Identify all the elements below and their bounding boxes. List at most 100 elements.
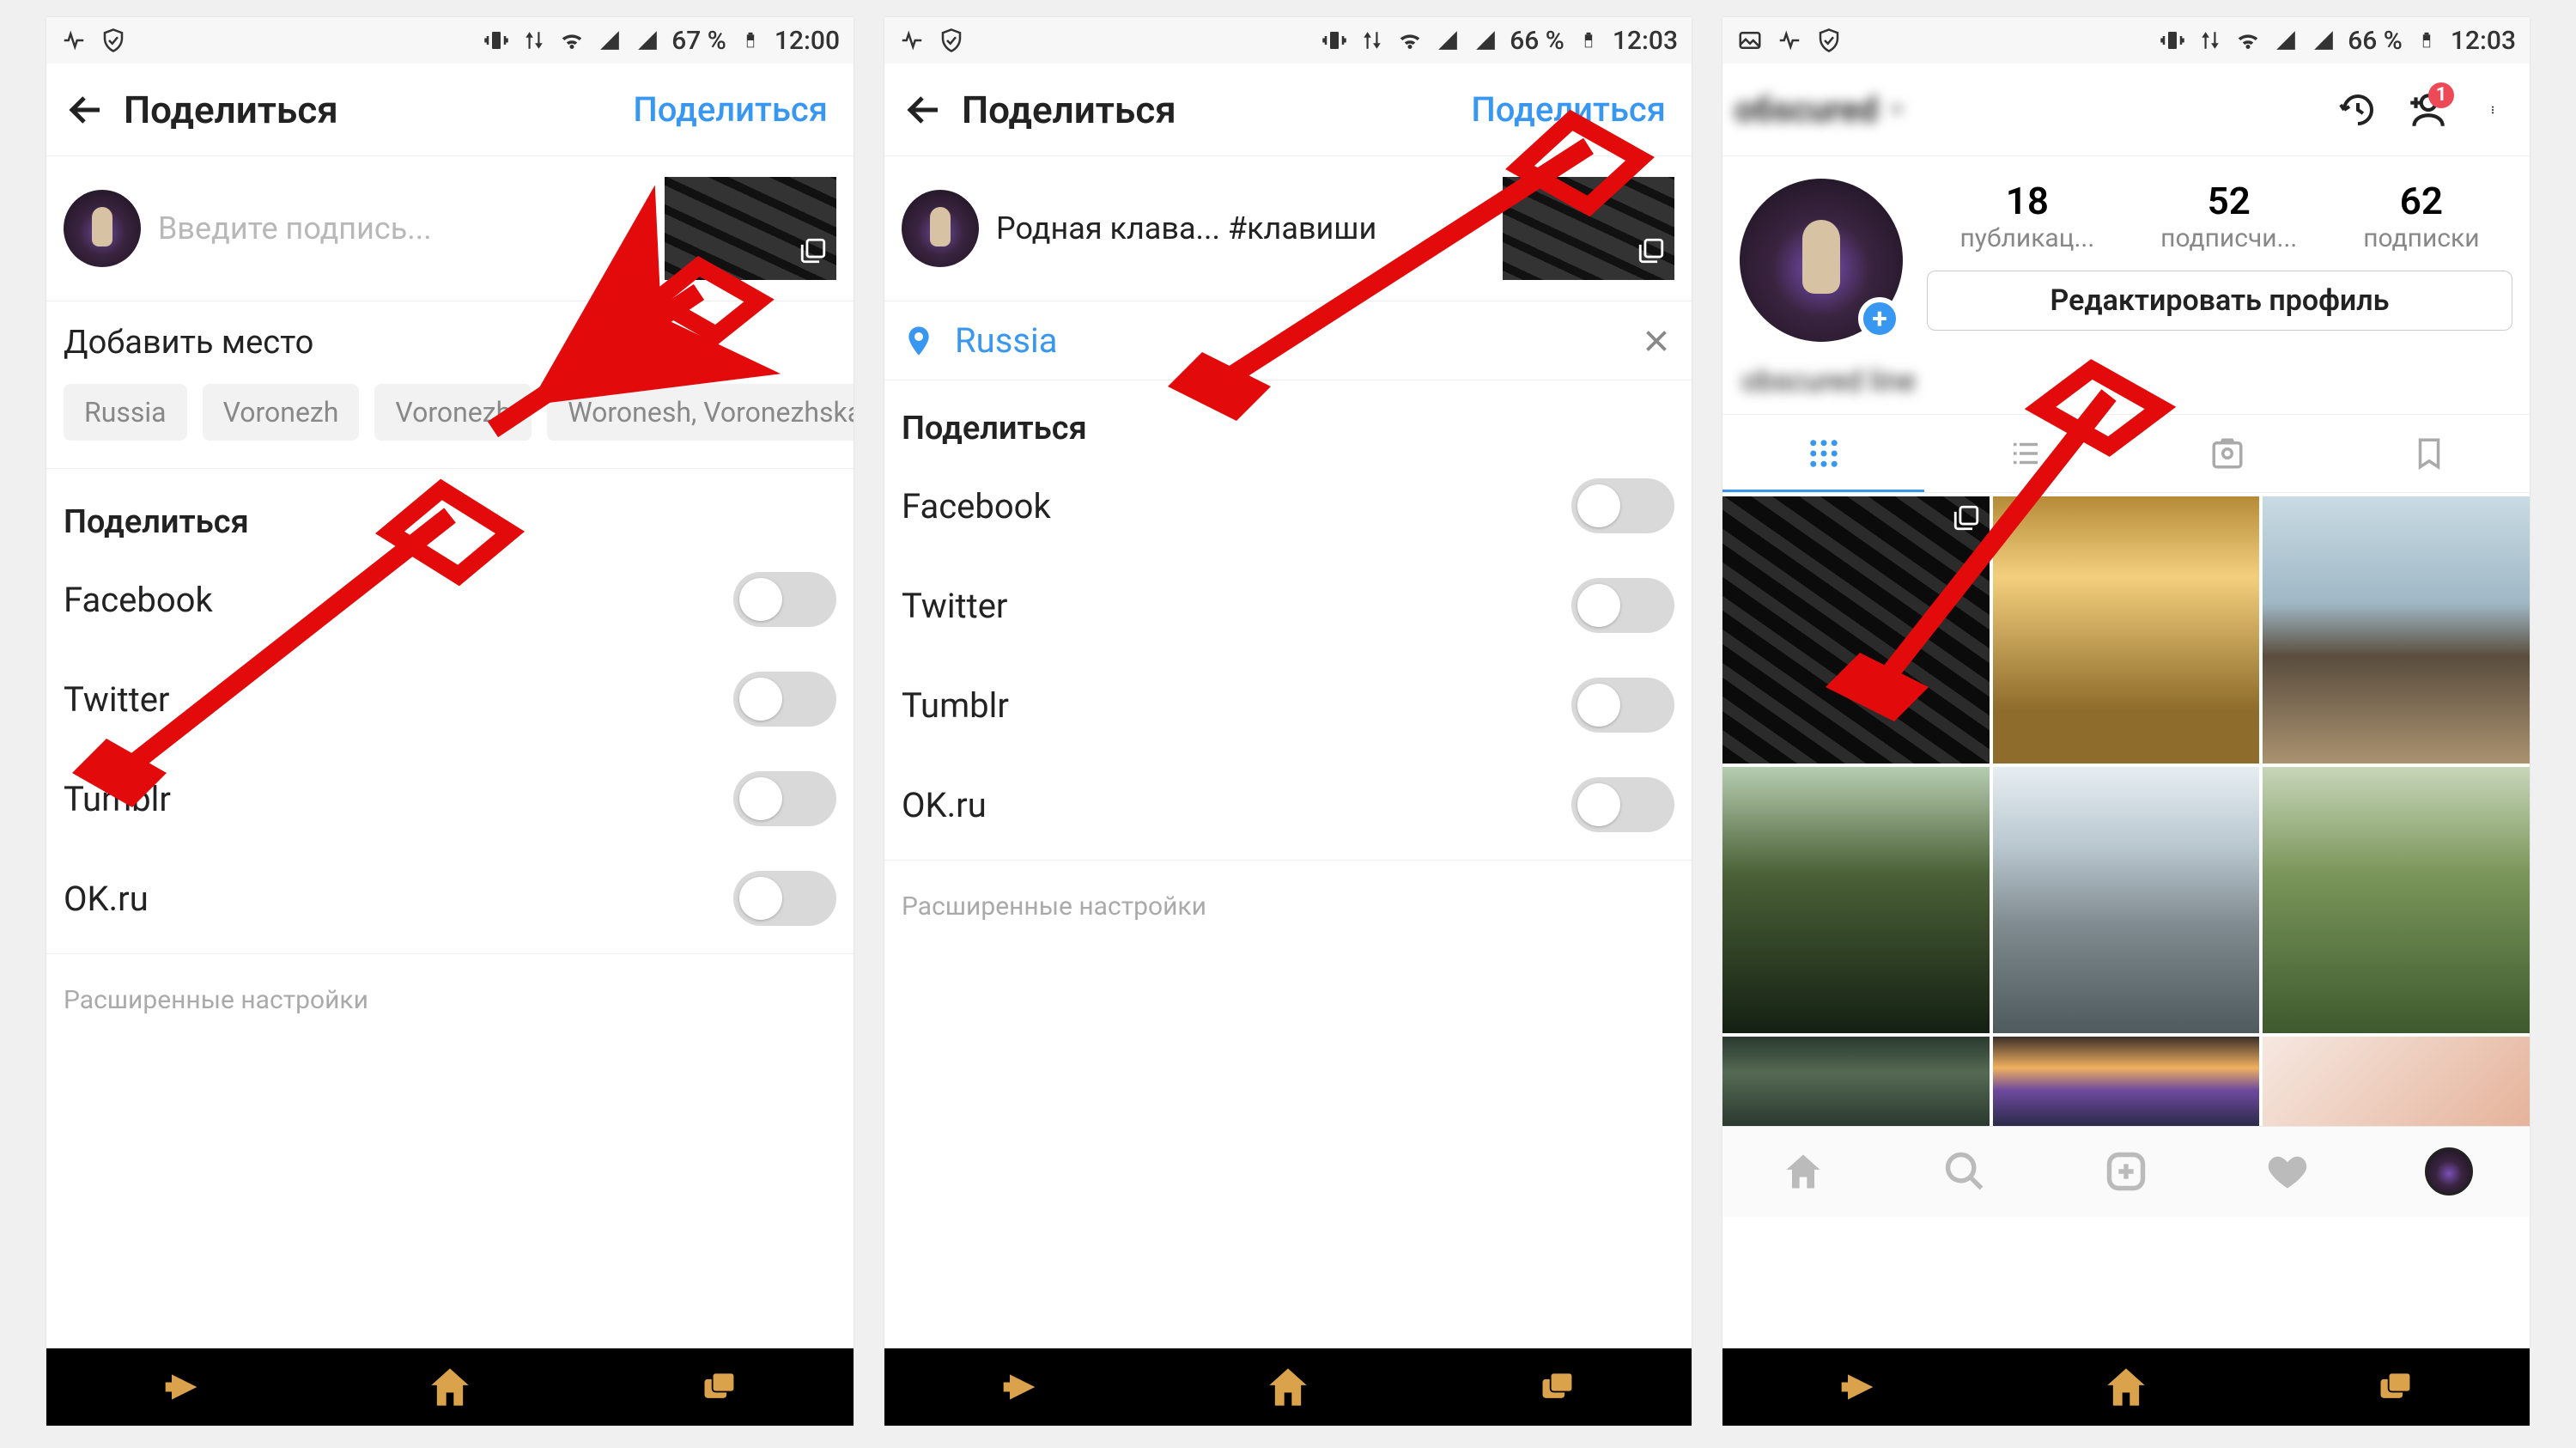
- selected-location-row[interactable]: Russia: [884, 301, 1692, 380]
- location-chip[interactable]: Russia: [64, 384, 187, 441]
- battery-percent: 67 %: [671, 26, 726, 56]
- add-location-row[interactable]: Добавить место: [46, 301, 854, 384]
- share-action-button[interactable]: Поделиться: [623, 89, 838, 130]
- stat-posts[interactable]: 18 публикац...: [1959, 179, 2094, 253]
- stat-followers[interactable]: 52 подписчи...: [2160, 179, 2297, 253]
- avatar[interactable]: [64, 190, 141, 267]
- tab-new-post[interactable]: [2045, 1127, 2207, 1217]
- tab-saved[interactable]: [2328, 415, 2530, 492]
- advanced-settings-link[interactable]: Расширенные настройки: [46, 959, 854, 1041]
- archive-icon[interactable]: [2336, 88, 2380, 132]
- toggle-tumblr[interactable]: [733, 771, 836, 826]
- share-facebook-row[interactable]: Facebook: [884, 456, 1692, 556]
- share-label: Tumblr: [902, 685, 1009, 726]
- share-tumblr-row[interactable]: Tumblr: [46, 749, 854, 849]
- location-chip[interactable]: Voronezh: [203, 384, 360, 441]
- caption-input[interactable]: Родная клава... #клавиши: [996, 210, 1485, 246]
- share-ok-row[interactable]: OK.ru: [46, 849, 854, 948]
- tab-profile[interactable]: [2368, 1127, 2530, 1217]
- system-nav-bar: [46, 1348, 854, 1426]
- caption-row: Введите подпись...: [46, 156, 854, 301]
- advanced-settings-link[interactable]: Расширенные настройки: [884, 866, 1692, 947]
- avatar[interactable]: [902, 190, 979, 267]
- grid-item[interactable]: [1722, 767, 1990, 1034]
- media-thumbnail[interactable]: [665, 177, 836, 280]
- nav-home-icon[interactable]: [2102, 1363, 2150, 1411]
- media-thumbnail[interactable]: [1503, 177, 1674, 280]
- location-suggestions: Russia Voronezh Voronezh Woronesh, Voron…: [46, 384, 854, 463]
- grid-item[interactable]: [2263, 496, 2530, 764]
- multi-photo-icon: [1637, 236, 1666, 273]
- signal2-icon: [2310, 27, 2337, 54]
- grid-item[interactable]: [1993, 767, 2260, 1034]
- toggle-tumblr[interactable]: [1571, 678, 1674, 733]
- toggle-facebook[interactable]: [733, 572, 836, 627]
- stat-following[interactable]: 62 подписки: [2363, 179, 2479, 253]
- share-label: Facebook: [64, 580, 213, 620]
- location-chip[interactable]: Voronezh: [374, 384, 532, 441]
- battery-icon: [2413, 27, 2440, 54]
- add-friend-wrap[interactable]: 1: [2404, 88, 2449, 132]
- screen-share-filled: 66 % 12:03 Поделиться Поделиться Родная …: [884, 17, 1692, 1426]
- back-button[interactable]: [900, 86, 948, 134]
- grid-item[interactable]: [1722, 1037, 1990, 1126]
- tab-grid[interactable]: [1722, 415, 1924, 492]
- toggle-ok[interactable]: [733, 871, 836, 926]
- location-pin-icon: [902, 324, 936, 358]
- add-story-button[interactable]: +: [1858, 297, 1901, 340]
- grid-item[interactable]: [1722, 496, 1990, 764]
- nav-back-icon[interactable]: [1833, 1363, 1881, 1411]
- share-section-title: Поделиться: [884, 380, 1692, 456]
- profile-bio: obscured line: [1722, 364, 2530, 414]
- app-bar: Поделиться Поделиться: [884, 64, 1692, 156]
- edit-profile-button[interactable]: Редактировать профиль: [1927, 271, 2512, 331]
- share-action-button[interactable]: Поделиться: [1461, 89, 1676, 130]
- toggle-ok[interactable]: [1571, 777, 1674, 832]
- caption-input[interactable]: Введите подпись...: [158, 210, 647, 246]
- share-label: Facebook: [902, 486, 1051, 526]
- tab-home[interactable]: [1722, 1127, 1884, 1217]
- menu-icon[interactable]: [2473, 88, 2518, 132]
- back-button[interactable]: [62, 86, 110, 134]
- tab-search[interactable]: [1884, 1127, 2045, 1217]
- grid-item[interactable]: [1993, 1037, 2260, 1126]
- share-tumblr-row[interactable]: Tumblr: [884, 655, 1692, 755]
- grid-item[interactable]: [1993, 496, 2260, 764]
- nav-home-icon[interactable]: [426, 1363, 474, 1411]
- share-twitter-row[interactable]: Twitter: [884, 556, 1692, 655]
- page-title: Поделиться: [962, 88, 1461, 132]
- pulse-icon: [898, 27, 926, 54]
- toggle-twitter[interactable]: [733, 672, 836, 727]
- share-twitter-row[interactable]: Twitter: [46, 649, 854, 749]
- nav-back-icon[interactable]: [995, 1363, 1043, 1411]
- grid-item[interactable]: [2263, 1037, 2530, 1126]
- bottom-tab-bar: [1722, 1126, 2530, 1217]
- tab-list[interactable]: [1924, 415, 2126, 492]
- clear-location-button[interactable]: [1638, 323, 1674, 359]
- nav-home-icon[interactable]: [1264, 1363, 1312, 1411]
- wifi-icon: [1396, 27, 1424, 54]
- pulse-icon: [60, 27, 88, 54]
- grid-item[interactable]: [2263, 767, 2530, 1034]
- toggle-twitter[interactable]: [1571, 578, 1674, 633]
- share-label: Twitter: [902, 586, 1007, 626]
- nav-back-icon[interactable]: [157, 1363, 205, 1411]
- toggle-facebook[interactable]: [1571, 478, 1674, 533]
- location-chip[interactable]: Woronesh, Voronezhska...: [547, 384, 854, 441]
- tab-tagged[interactable]: [2126, 415, 2328, 492]
- system-nav-bar: [1722, 1348, 2530, 1426]
- avatar-wrap[interactable]: +: [1740, 179, 1903, 342]
- vibrate-icon: [2159, 27, 2186, 54]
- share-label: OK.ru: [64, 879, 149, 919]
- nav-recents-icon[interactable]: [2371, 1363, 2419, 1411]
- nav-recents-icon[interactable]: [1533, 1363, 1581, 1411]
- username-dropdown[interactable]: обscured: [1735, 89, 1909, 130]
- tab-activity[interactable]: [2207, 1127, 2368, 1217]
- share-ok-row[interactable]: OK.ru: [884, 755, 1692, 855]
- status-bar: 67 % 12:00: [46, 17, 854, 64]
- profile-stats: 18 публикац... 52 подписчи... 62 подписк…: [1927, 179, 2512, 253]
- vibrate-icon: [1321, 27, 1348, 54]
- nav-recents-icon[interactable]: [695, 1363, 743, 1411]
- share-facebook-row[interactable]: Facebook: [46, 550, 854, 649]
- wifi-icon: [2234, 27, 2262, 54]
